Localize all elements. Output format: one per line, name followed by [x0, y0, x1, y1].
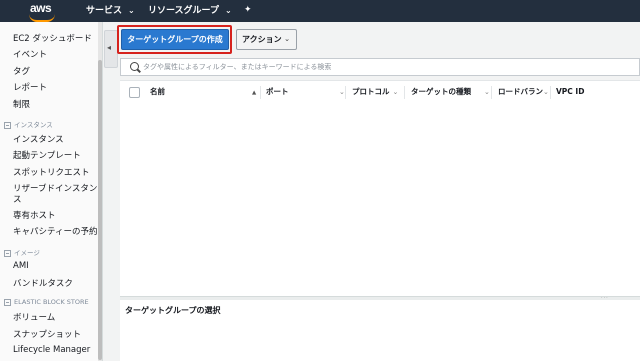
- target-group-table-body: [120, 104, 640, 296]
- aws-smile-icon: [29, 14, 55, 22]
- column-separator: [404, 86, 405, 99]
- sidebar-section-instances-label: インスタンス: [14, 121, 53, 129]
- column-header-port-label: ポート: [266, 87, 289, 96]
- sidebar-item-ami[interactable]: AMI: [13, 261, 29, 271]
- column-header-load-balancer[interactable]: ロードバラン⌄: [498, 81, 549, 104]
- actions-button-label: アクション: [242, 35, 282, 44]
- column-header-vpc-id[interactable]: VPC ID: [556, 81, 584, 104]
- resource-groups-menu-label: リソースグループ: [148, 6, 220, 16]
- sidebar-divider: [102, 22, 103, 361]
- search-icon: [130, 62, 139, 71]
- sidebar-item-reserved-instances[interactable]: リザーブドインスタン: [13, 182, 97, 194]
- search-input[interactable]: [143, 60, 623, 74]
- sidebar-section-ebs[interactable]: ELASTIC BLOCK STORE: [4, 298, 89, 306]
- top-navigation-bar: aws サービス ⌄ リソースグループ ⌄ ✦: [0, 0, 640, 22]
- sidebar-section-images[interactable]: イメージ: [4, 247, 40, 257]
- sidebar-item-dedicated-hosts[interactable]: 専有ホスト: [13, 209, 56, 221]
- detail-panel-title: ターゲットグループの選択: [125, 306, 221, 315]
- collapse-section-icon: [4, 249, 11, 257]
- sort-ascending-icon[interactable]: ▲: [249, 81, 256, 104]
- chevron-down-icon: ⌄: [128, 6, 135, 15]
- sort-icon: ⌄: [543, 88, 549, 96]
- sidebar-section-instances[interactable]: インスタンス: [4, 119, 53, 129]
- search-bar[interactable]: [120, 58, 640, 76]
- sort-icon[interactable]: ⌄: [336, 81, 345, 104]
- sort-icon: ⌄: [392, 88, 399, 96]
- chevron-left-icon: ◂: [107, 43, 112, 52]
- create-target-group-button[interactable]: ターゲットグループの作成: [121, 29, 229, 50]
- sidebar-item-ec2-dashboard[interactable]: EC2 ダッシュボード: [13, 32, 92, 44]
- collapse-section-icon: [4, 121, 11, 129]
- column-header-load-balancer-label: ロードバラン: [498, 87, 543, 96]
- services-menu[interactable]: サービス ⌄: [86, 0, 135, 22]
- actions-button[interactable]: アクション ⌄: [236, 29, 297, 50]
- column-separator: [260, 86, 261, 99]
- column-separator: [550, 86, 551, 99]
- column-header-target-type-label: ターゲットの種類: [411, 87, 471, 96]
- sidebar-item-reserved-instances-wrap[interactable]: ス: [13, 193, 22, 205]
- detail-panel: ターゲットグループの選択: [120, 300, 640, 361]
- sidebar-item-spot-requests[interactable]: スポットリクエスト: [13, 166, 90, 178]
- column-header-name[interactable]: 名前: [150, 81, 165, 104]
- sidebar-item-bundle-tasks[interactable]: バンドルタスク: [13, 277, 73, 289]
- aws-logo[interactable]: aws: [26, 0, 60, 22]
- column-header-protocol-label: プロトコル: [352, 87, 390, 96]
- sidebar-section-images-label: イメージ: [14, 249, 40, 257]
- chevron-down-icon: ⌄: [284, 35, 290, 43]
- sidebar-item-events[interactable]: イベント: [13, 48, 47, 60]
- sidebar-item-reports[interactable]: レポート: [13, 81, 47, 93]
- table-header: 名前 ▲ ポート ⌄ プロトコル ⌄ ターゲットの種類 ⌄ ロードバラン⌄ VPC…: [120, 80, 640, 105]
- chevron-down-icon: ⌄: [225, 6, 232, 15]
- sidebar-item-limits[interactable]: 制限: [13, 98, 30, 110]
- sidebar-section-ebs-label: ELASTIC BLOCK STORE: [14, 298, 89, 306]
- column-separator: [491, 86, 492, 99]
- sidebar-item-capacity-reservations[interactable]: キャパシティーの予約: [13, 225, 98, 237]
- resource-groups-menu[interactable]: リソースグループ ⌄: [148, 0, 232, 22]
- column-header-protocol[interactable]: プロトコル ⌄: [352, 81, 398, 104]
- pin-icon[interactable]: ✦: [244, 0, 252, 22]
- column-separator: [345, 86, 346, 99]
- collapse-section-icon: [4, 298, 11, 306]
- select-all-checkbox[interactable]: [129, 87, 140, 98]
- sidebar-item-launch-templates[interactable]: 起動テンプレート: [13, 149, 81, 161]
- sidebar-item-volumes[interactable]: ボリューム: [13, 311, 55, 323]
- sort-icon[interactable]: ⌄: [481, 81, 490, 104]
- sidebar-item-lifecycle-manager[interactable]: Lifecycle Manager: [13, 345, 90, 355]
- sidebar-item-instances[interactable]: インスタンス: [13, 133, 64, 145]
- column-header-target-type[interactable]: ターゲットの種類: [411, 81, 471, 104]
- collapse-sidebar-button[interactable]: ◂: [104, 30, 118, 68]
- services-menu-label: サービス: [86, 6, 123, 16]
- sidebar-navigation: EC2 ダッシュボード イベント タグ レポート 制限 インスタンス インスタン…: [0, 22, 102, 361]
- sidebar-item-tags[interactable]: タグ: [13, 65, 30, 77]
- aws-logo-text: aws: [30, 1, 52, 15]
- column-header-port[interactable]: ポート: [266, 81, 289, 104]
- sidebar-item-snapshots[interactable]: スナップショット: [13, 328, 81, 340]
- column-header-name-label: 名前: [150, 87, 165, 96]
